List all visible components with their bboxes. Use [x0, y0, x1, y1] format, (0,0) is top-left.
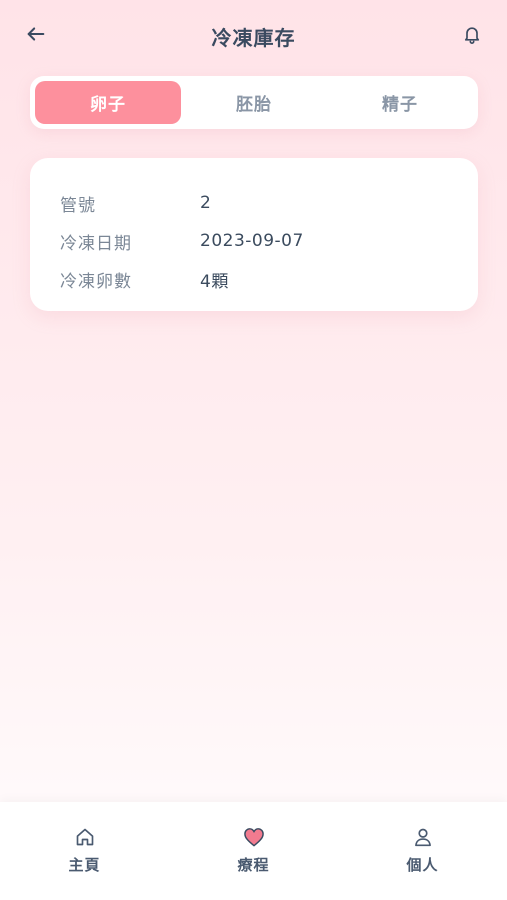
- nav-label: 主頁: [68, 856, 101, 874]
- nav-item-profile[interactable]: 個人: [338, 802, 507, 900]
- nav-label: 療程: [237, 856, 270, 874]
- nav-label: 個人: [406, 856, 439, 874]
- record-row-egg-count: 冷凍卵數 4顆: [60, 260, 448, 298]
- frozen-record-card: 管號 2 冷凍日期 2023-09-07 冷凍卵數 4顆: [30, 158, 478, 311]
- bottom-navigation: 主頁 療程 個人: [0, 802, 507, 900]
- heart-icon: [243, 826, 265, 848]
- user-icon: [412, 826, 434, 848]
- inventory-type-tabs: 卵子 胚胎 精子: [30, 76, 478, 129]
- record-label: 管號: [60, 195, 96, 216]
- tab-sperm[interactable]: 精子: [327, 81, 473, 124]
- home-icon: [74, 826, 96, 848]
- record-label: 冷凍卵數: [60, 271, 132, 292]
- bell-icon: [464, 27, 480, 44]
- record-row-tube-number: 管號 2: [60, 184, 448, 222]
- record-value: 2: [200, 193, 212, 213]
- app-header: 冷凍庫存: [0, 0, 507, 72]
- record-row-freeze-date: 冷凍日期 2023-09-07: [60, 222, 448, 260]
- nav-item-treatment[interactable]: 療程: [169, 802, 338, 900]
- notification-button[interactable]: [459, 21, 485, 47]
- tab-eggs[interactable]: 卵子: [35, 81, 181, 124]
- page-title: 冷凍庫存: [211, 26, 296, 50]
- record-value: 4顆: [200, 271, 229, 292]
- tab-embryos[interactable]: 胚胎: [181, 81, 327, 124]
- record-value: 2023-09-07: [200, 231, 304, 251]
- nav-item-home[interactable]: 主頁: [0, 802, 169, 900]
- record-label: 冷凍日期: [60, 233, 132, 254]
